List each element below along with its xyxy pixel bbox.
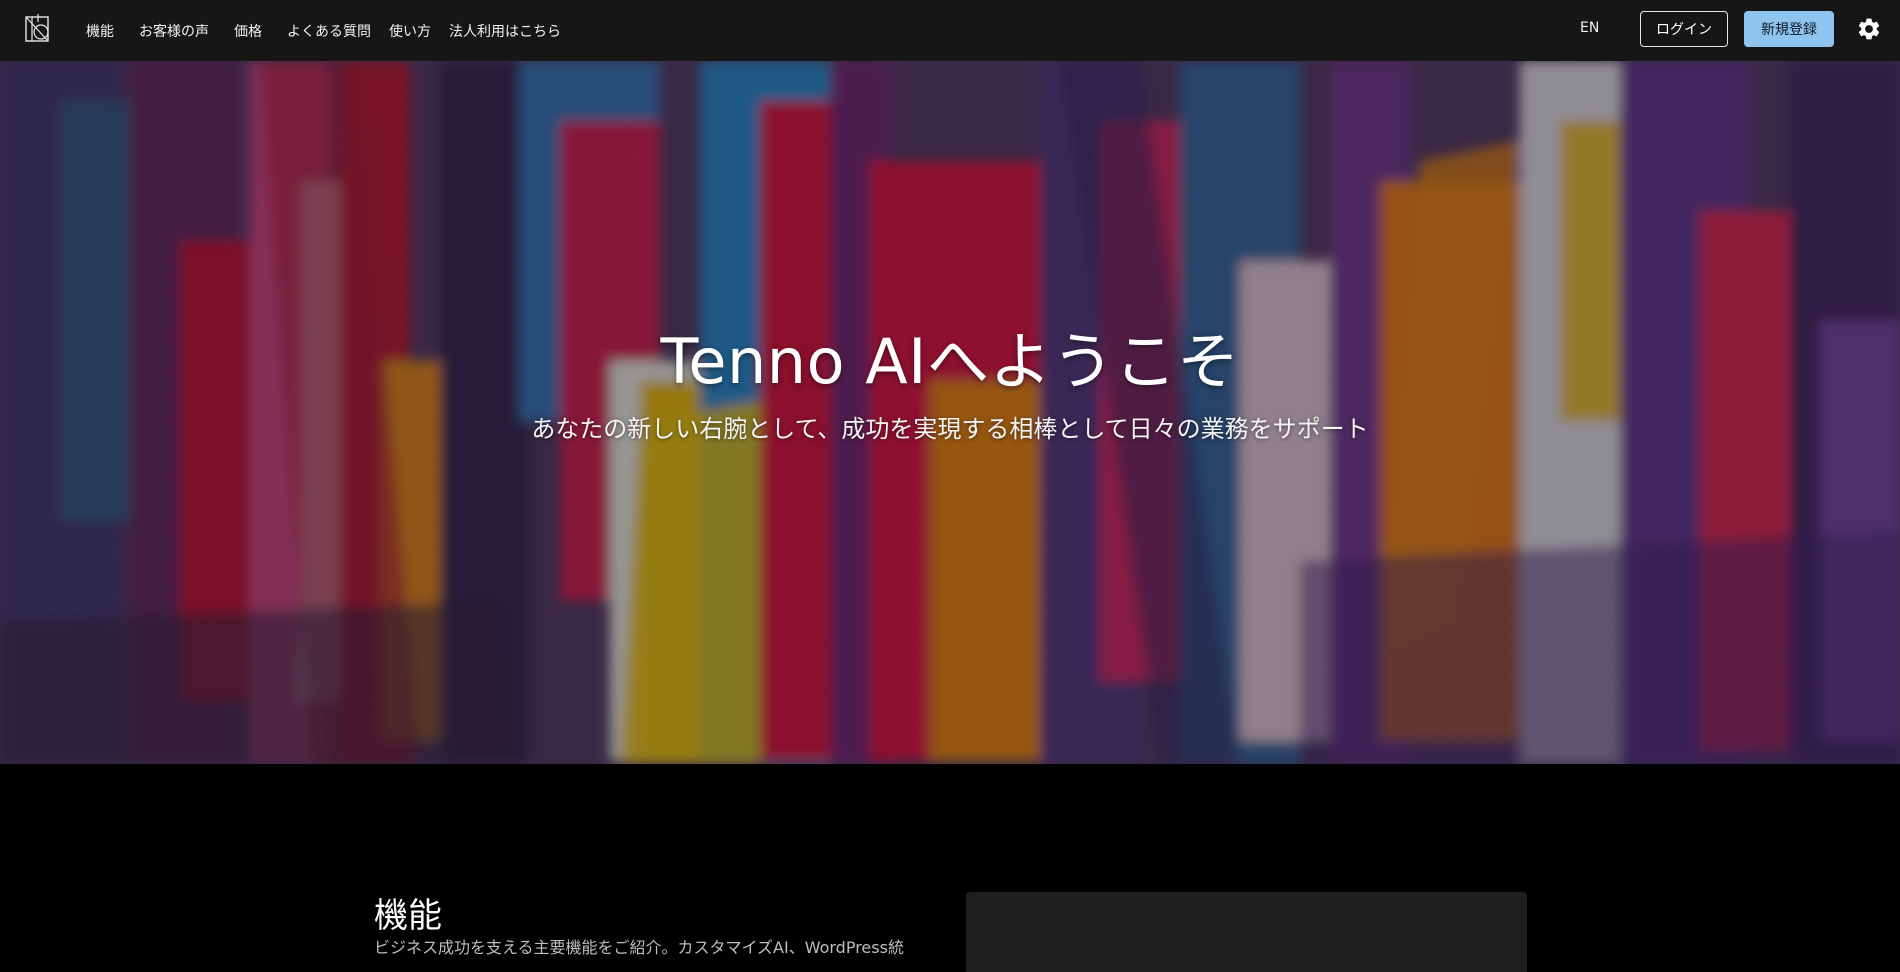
signup-button[interactable]: 新規登録: [1744, 11, 1834, 47]
language-switch[interactable]: EN: [1580, 20, 1599, 36]
features-description: ビジネス成功を支える主要機能をご紹介。カスタマイズAI、WordPress統: [374, 938, 904, 957]
feature-preview-card: [966, 892, 1527, 972]
gear-icon[interactable]: [1856, 16, 1882, 42]
tenno-logo-icon[interactable]: [24, 14, 52, 44]
top-navigation-bar: 機能 お客様の声 価格 よくある質問 使い方 法人利用はこちら EN ログイン …: [0, 0, 1900, 61]
main-nav: 機能 お客様の声 価格 よくある質問 使い方 法人利用はこちら: [86, 0, 561, 61]
nav-item-how-to-use[interactable]: 使い方: [389, 21, 431, 41]
nav-item-testimonials[interactable]: お客様の声: [139, 21, 209, 41]
nav-item-corporate[interactable]: 法人利用はこちら: [449, 21, 561, 41]
nav-item-features[interactable]: 機能: [86, 21, 114, 41]
nav-item-faq[interactable]: よくある質問: [287, 21, 371, 41]
hero-section: Tenno AIへようこそ あなたの新しい右腕として、成功を実現する相棒として日…: [0, 61, 1900, 764]
hero-subtitle: あなたの新しい右腕として、成功を実現する相棒として日々の業務をサポート: [531, 415, 1369, 443]
login-button[interactable]: ログイン: [1640, 11, 1728, 47]
nav-item-pricing[interactable]: 価格: [234, 21, 262, 41]
features-title: 機能: [374, 896, 442, 936]
features-section: [0, 764, 1900, 956]
hero-title: Tenno AIへようこそ: [660, 325, 1240, 398]
